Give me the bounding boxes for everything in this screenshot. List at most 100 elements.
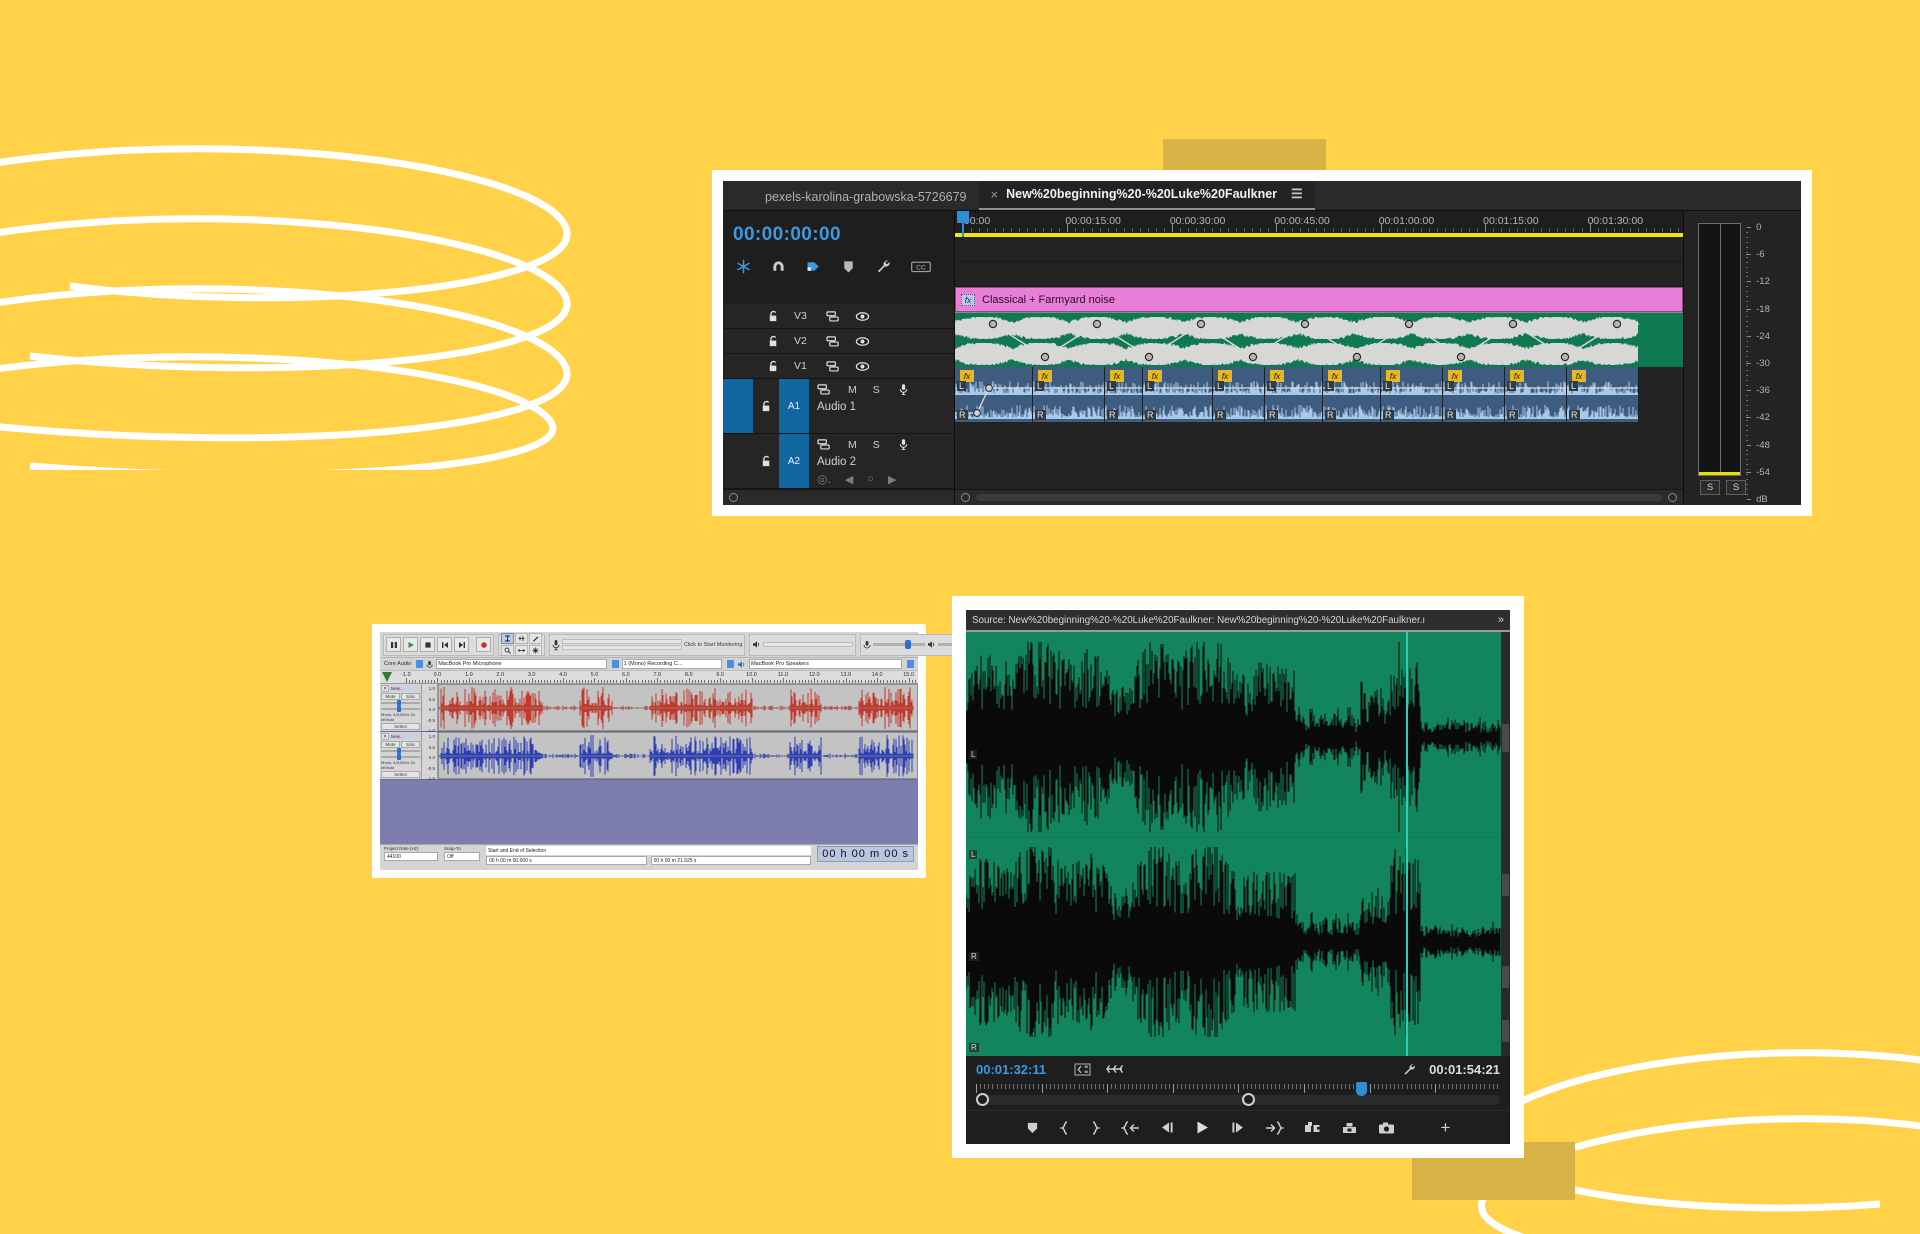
audacity-track-1[interactable]: × New... Mute Solo Mono, 44100Hz 32-bit … [380,684,918,733]
sync-lock-icon[interactable] [826,310,841,323]
magnet-snap-icon[interactable] [770,258,787,275]
envelope-tool[interactable] [515,633,528,644]
linked-selection-icon[interactable] [805,258,822,275]
clip-audio2-segment[interactable]: fx L R [1265,367,1323,422]
audio-position-field[interactable]: 00 h 00 m 00 s [817,846,914,862]
clip-audio2-segment[interactable]: fx L R [1105,367,1143,422]
pan-slider-2[interactable] [381,753,420,760]
marker-icon[interactable] [840,258,857,275]
scrub-zoom-handle-left[interactable] [976,1093,989,1106]
mark-out-icon[interactable] [1090,1120,1101,1135]
multi-tool[interactable] [529,645,542,656]
clip-audio2-segment[interactable]: fx L R [1213,367,1265,422]
track-header-a1[interactable]: A1 M S Audio 1 [723,379,954,434]
source-waveform-view[interactable]: L L R R [966,632,1510,1056]
select-button-2[interactable]: Select [381,771,420,778]
clip-audio1-waveform[interactable]: L R [955,312,1683,367]
add-keyframe-icon[interactable]: ○ [867,473,874,485]
go-to-out-icon[interactable] [1265,1120,1284,1135]
solo-button-2[interactable]: Solo [401,741,420,748]
meter-solo-right[interactable]: S [1726,480,1746,495]
host-dropdown-arrow[interactable] [416,660,424,668]
clip-classical-farmyard[interactable]: fx Classical + Farmyard noise [955,287,1683,312]
mute-button-2[interactable]: Mute [381,741,400,748]
source-duration-timecode[interactable]: 00:01:54:21 [1429,1062,1500,1077]
add-marker-icon[interactable] [1026,1121,1039,1134]
clip-audio2-segment[interactable]: fx L R [1033,367,1105,422]
voice-over-record-icon[interactable] [896,383,911,396]
solo-button[interactable]: S [873,384,880,396]
next-keyframe-icon[interactable]: ▶ [888,473,896,486]
skip-to-end-button[interactable] [454,637,469,652]
play-button[interactable] [403,637,418,652]
overflow-chevron-icon[interactable]: » [1492,614,1504,626]
draw-tool[interactable] [529,633,542,644]
source-scrubber[interactable] [966,1082,1510,1110]
settings-wrench-icon[interactable] [1402,1062,1417,1077]
drag-audio-only-icon[interactable] [1105,1063,1124,1075]
eye-icon[interactable] [855,335,870,348]
meter-solo-left[interactable]: S [1700,480,1720,495]
audacity-timeline-ruler[interactable]: -1.0 0.0 1.0 2.0 3.0 4.0 5.0 6.0 7.0 8.0 9.0 10.0 11… [380,671,918,684]
lock-icon[interactable] [767,360,780,373]
timeline-playhead[interactable] [957,211,969,237]
clip-audio2-segment[interactable]: fx L R [1505,367,1567,422]
source-audio-waveform[interactable]: L L R R [966,632,1501,1056]
pan-slider-1[interactable] [381,705,420,712]
input-dropdown-arrow[interactable] [611,660,619,668]
sequence-timecode[interactable]: 00:00:00:00 [723,211,954,252]
track-title-2[interactable]: New... [390,733,420,740]
scrub-zoom-handle-right[interactable] [1242,1093,1255,1106]
solo-button-1[interactable]: Solo [401,693,420,700]
zoom-tool[interactable] [501,645,514,656]
sync-lock-icon[interactable] [826,360,841,373]
track-target-a2[interactable]: A2 [779,434,809,488]
export-frame-icon[interactable] [1378,1121,1395,1135]
track-header-v3[interactable]: V3 [723,304,954,329]
lock-icon[interactable] [760,455,773,468]
close-track-icon[interactable]: × [381,733,389,740]
source-playhead-timecode[interactable]: 00:01:32:11 [976,1062,1046,1077]
lock-icon[interactable] [767,335,780,348]
track-header-v1[interactable]: V1 [723,354,954,379]
output-device-select[interactable]: MacBook Pro Speakers [749,659,902,669]
clip-audio2-segment[interactable]: fx L R [1443,367,1505,422]
audio-meter-bars[interactable] [1698,223,1742,476]
timeline-ruler[interactable]: :00:00 00:00:15:00 00:00:30:00 00:00:45:00 0… [955,211,1683,237]
snap-in-time-icon[interactable] [735,258,752,275]
channels-dropdown-arrow[interactable] [727,660,735,668]
zoom-handle-left[interactable] [961,493,970,502]
audacity-track-2[interactable]: × New... Mute Solo Mono, 44100Hz 32-bit … [380,732,918,781]
pinned-play-head-icon[interactable] [382,672,392,682]
clip-audio2-segment[interactable]: fx L R [1381,367,1443,422]
project-rate-select[interactable]: 44100 [384,852,438,861]
track-header-v2[interactable]: V2 [723,329,954,354]
eye-icon[interactable] [855,310,870,323]
pause-button[interactable] [386,637,401,652]
clip-audio2-segment[interactable]: fx L R [1567,367,1639,422]
step-back-icon[interactable] [1160,1121,1175,1134]
source-patch-a1[interactable] [723,379,753,433]
solo-button[interactable]: S [873,439,880,451]
timeline-horizontal-scrollbar[interactable] [955,489,1683,505]
selection-mode-select[interactable]: Start and End of Selection [486,846,812,855]
lock-icon[interactable] [767,310,780,323]
eye-icon[interactable] [855,360,870,373]
mute-button-1[interactable]: Mute [381,693,400,700]
track-header-a2[interactable]: A2 M S Audio 2 ◎. ◀ ○ ▶ [723,434,954,489]
mark-in-icon[interactable] [1058,1120,1070,1135]
gain-slider-1[interactable] [381,700,420,707]
clip-audio2-segment[interactable]: fx L R [1143,367,1213,422]
input-device-select[interactable]: MacBook Pro Microphone [436,659,607,669]
timeshift-tool[interactable] [515,645,528,656]
captions-cc-icon[interactable]: CC [910,258,932,275]
source-patch-a2[interactable] [723,434,753,488]
zoom-handle-right[interactable] [1668,493,1677,502]
waveform-track-1[interactable] [438,684,918,731]
scrub-playhead[interactable] [1356,1082,1367,1096]
track-title-1[interactable]: New... [390,685,420,692]
mute-button[interactable]: M [848,439,857,451]
insert-icon[interactable] [1304,1121,1321,1135]
lock-icon[interactable] [760,400,773,413]
selection-end-field[interactable]: 00 h 00 m 21.925 s [650,856,812,865]
